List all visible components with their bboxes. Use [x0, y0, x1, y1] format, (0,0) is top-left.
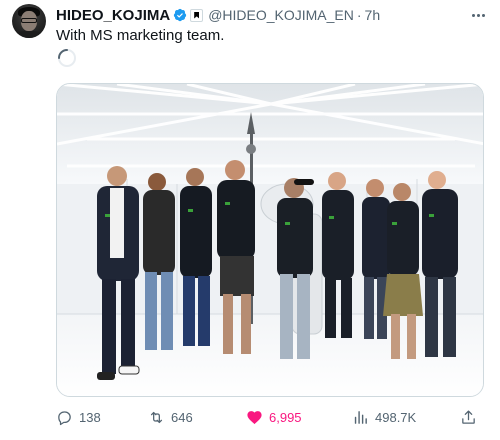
reply-count: 138 — [79, 409, 101, 425]
heart-icon — [247, 410, 262, 424]
more-dot — [471, 13, 475, 17]
team-photo — [57, 84, 483, 396]
avatar[interactable] — [12, 4, 46, 38]
repost-count: 646 — [171, 409, 193, 425]
avatar-glasses — [21, 18, 37, 23]
verified-badge-icon[interactable] — [173, 8, 187, 22]
author-handle[interactable]: @HIDEO_KOJIMA_EN — [208, 7, 354, 23]
avatar-shirt — [14, 31, 44, 38]
repost-icon — [150, 411, 163, 423]
tweet-text: With MS marketing team. — [56, 27, 225, 44]
tweet-time[interactable]: 7h — [365, 7, 381, 23]
reply-icon — [58, 410, 71, 425]
more-dot — [481, 13, 485, 17]
views-button[interactable]: 498.7K — [352, 406, 416, 428]
tweet-header: HIDEO_KOJIMA @HIDEO_KOJIMA_EN · 7h — [56, 6, 380, 24]
views-icon — [354, 410, 367, 424]
reply-button[interactable]: 138 — [56, 406, 101, 428]
views-count: 498.7K — [375, 409, 417, 425]
more-dot — [476, 13, 480, 17]
tweet-photo[interactable] — [56, 83, 484, 397]
more-icon[interactable] — [468, 6, 488, 24]
like-count: 6,995 — [269, 409, 302, 425]
like-button[interactable]: 6,995 — [246, 406, 302, 428]
tweet: HIDEO_KOJIMA @HIDEO_KOJIMA_EN · 7h With … — [0, 0, 500, 440]
affiliate-badge-icon[interactable] — [190, 8, 204, 22]
loading-spinner-icon — [58, 49, 76, 67]
share-button[interactable] — [460, 406, 477, 428]
separator-dot: · — [356, 7, 362, 23]
share-icon — [462, 409, 475, 424]
author-name[interactable]: HIDEO_KOJIMA — [56, 7, 170, 24]
action-bar: 138 646 6,995 498.7K — [56, 406, 488, 428]
repost-button[interactable]: 646 — [148, 406, 193, 428]
